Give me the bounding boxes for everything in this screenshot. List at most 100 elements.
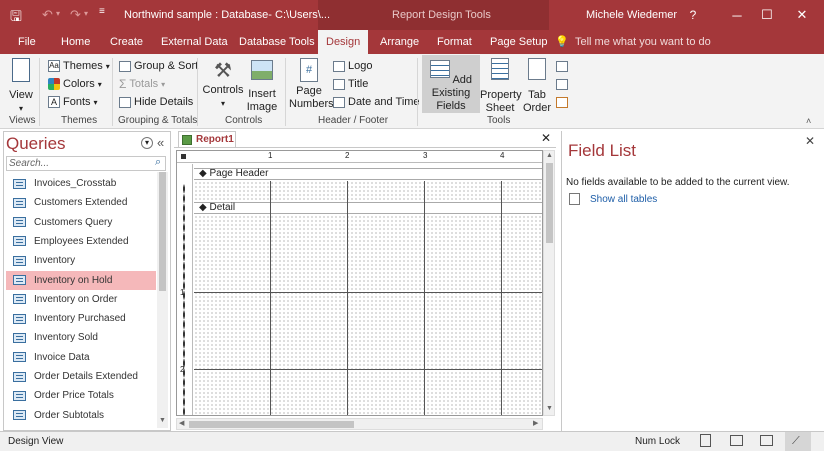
view-code-button[interactable]	[556, 75, 568, 93]
totals-label: Totals	[129, 78, 159, 90]
undo-dropdown-icon[interactable]: ▾	[56, 9, 60, 18]
page-header-bar[interactable]: ◆ Page Header	[194, 168, 542, 180]
vertical-scrollbar[interactable]: ▲ ▼	[543, 150, 555, 416]
vertical-scroll-thumb[interactable]	[546, 163, 553, 243]
tab-file[interactable]: File	[10, 30, 44, 54]
redo-dropdown-icon[interactable]: ▾	[84, 9, 88, 18]
logo-label: Logo	[348, 60, 373, 72]
layout-view-icon[interactable]	[760, 435, 773, 446]
list-item[interactable]: Invoices_Crosstab	[6, 174, 156, 193]
nav-search-input[interactable]: Search...	[6, 156, 166, 171]
page-header-section[interactable]	[194, 181, 542, 202]
nav-menu-icon[interactable]: ▾	[141, 137, 153, 149]
group-sort-icon	[119, 60, 131, 72]
close-button[interactable]: ✕	[780, 0, 824, 30]
report-view-icon[interactable]	[700, 434, 711, 447]
report-tab[interactable]: Report1	[178, 131, 236, 147]
fonts-button[interactable]: A Fonts ▾	[48, 93, 98, 111]
redo-icon[interactable]: ↷	[70, 7, 81, 23]
report-design-surface[interactable]: 1 2 3 4 1 2 ◆ Page Header ◆ Detail	[176, 150, 543, 416]
list-item[interactable]: Inventory Sold	[6, 328, 156, 347]
shutter-bar-close-icon[interactable]: «	[157, 135, 164, 150]
help-button[interactable]: ?	[671, 0, 715, 30]
tab-arrange[interactable]: Arrange	[372, 30, 427, 54]
tab-page-setup[interactable]: Page Setup	[482, 30, 556, 54]
collapse-ribbon-icon[interactable]: ˄	[806, 116, 811, 126]
tell-me-input[interactable]: Tell me what you want to do	[567, 30, 719, 54]
save-icon[interactable]: 🖫	[10, 6, 22, 30]
list-item[interactable]: Inventory on Hold	[6, 270, 156, 290]
list-item[interactable]: Customers Extended	[6, 193, 156, 212]
scroll-down-icon[interactable]: ▼	[159, 417, 166, 424]
date-time-button[interactable]: Date and Time	[333, 93, 420, 111]
group-sort-button[interactable]: Group & Sort	[119, 57, 198, 75]
undo-icon[interactable]: ↶	[42, 7, 53, 23]
add-existing-fields-button[interactable]: Add Existing Fields	[422, 55, 480, 113]
scroll-left-icon[interactable]: ◀	[179, 419, 184, 427]
nav-scrollbar[interactable]: ▼	[157, 172, 168, 428]
insert-image-button[interactable]: Insert Image	[244, 58, 280, 114]
property-sheet-button[interactable]: Property Sheet	[480, 58, 522, 115]
status-bar: Design View Num Lock ⟋	[0, 431, 824, 451]
logo-button[interactable]: Logo	[333, 57, 372, 75]
tab-format[interactable]: Format	[429, 30, 480, 54]
customize-toolbar-icon[interactable]: ≡	[99, 6, 105, 17]
ruler-number: 2	[345, 151, 350, 160]
list-item-label: Inventory	[34, 255, 76, 267]
detail-bar[interactable]: ◆ Detail	[194, 202, 542, 214]
ruler-number: 1	[180, 288, 185, 297]
view-button[interactable]: View ▾	[6, 58, 36, 115]
tab-order-button[interactable]: Tab Order	[522, 58, 552, 115]
colors-button[interactable]: Colors ▾	[48, 75, 102, 93]
convert-macros-button[interactable]	[556, 93, 568, 111]
query-icon	[13, 217, 26, 228]
horizontal-scrollbar[interactable]: ◀ ▶	[176, 418, 543, 430]
hide-details-button[interactable]: Hide Details	[119, 93, 193, 111]
page-numbers-button[interactable]: # Page Numbers	[289, 58, 334, 111]
ruler-selector[interactable]	[181, 154, 186, 159]
list-item[interactable]: Inventory Purchased	[6, 309, 156, 328]
close-field-list-icon[interactable]: ✕	[805, 134, 815, 148]
num-lock-indicator: Num Lock	[635, 436, 681, 447]
list-item[interactable]: Employees Extended	[6, 232, 156, 251]
scroll-up-icon[interactable]: ▲	[546, 152, 553, 159]
tab-design[interactable]: Design	[318, 30, 368, 54]
context-title: Report Design Tools	[392, 9, 491, 21]
horizontal-scroll-thumb[interactable]	[189, 421, 354, 428]
tab-create[interactable]: Create	[102, 30, 151, 54]
tab-database-tools[interactable]: Database Tools	[231, 30, 323, 54]
scroll-right-icon[interactable]: ▶	[533, 419, 538, 427]
nav-scroll-thumb[interactable]	[159, 172, 166, 291]
list-item[interactable]: Order Subtotals	[6, 406, 156, 425]
chevron-down-icon: ▾	[105, 61, 110, 71]
ribbon-tabs: File Home Create External Data Database …	[0, 30, 824, 54]
totals-button[interactable]: Σ Totals ▾	[119, 75, 165, 93]
controls-button[interactable]: ⚒ Controls ▾	[202, 58, 244, 110]
themes-button[interactable]: Aa Themes ▾	[48, 57, 110, 75]
grid-line	[194, 369, 542, 370]
detail-section[interactable]	[194, 215, 542, 415]
sigma-icon: Σ	[119, 77, 127, 91]
search-icon[interactable]: ⌕	[155, 156, 161, 169]
tab-home[interactable]: Home	[53, 30, 98, 54]
property-sheet-icon	[491, 58, 509, 80]
list-item[interactable]: Order Details Extended	[6, 367, 156, 386]
nav-pane-title[interactable]: Queries	[6, 134, 66, 154]
list-item[interactable]: Customers Query	[6, 213, 156, 232]
print-preview-icon[interactable]	[730, 435, 743, 446]
section-marker-icon: ◆	[199, 168, 207, 179]
list-item[interactable]: Order Price Totals	[6, 386, 156, 405]
scroll-down-icon[interactable]: ▼	[546, 405, 553, 412]
show-all-tables-link[interactable]: Show all tables	[590, 194, 657, 205]
list-item[interactable]: Inventory on Order	[6, 290, 156, 309]
close-report-icon[interactable]: ✕	[541, 131, 551, 145]
list-item[interactable]: Inventory	[6, 251, 156, 270]
convert-icon	[556, 96, 568, 108]
list-item[interactable]: Invoice Data	[6, 348, 156, 367]
user-name[interactable]: Michele Wiedemer	[586, 9, 677, 21]
subform-button[interactable]	[556, 57, 568, 75]
title-button[interactable]: Title	[333, 75, 368, 93]
detail-label: Detail	[209, 202, 236, 213]
controls-group-label: Controls	[225, 115, 263, 126]
tab-external-data[interactable]: External Data	[153, 30, 236, 54]
